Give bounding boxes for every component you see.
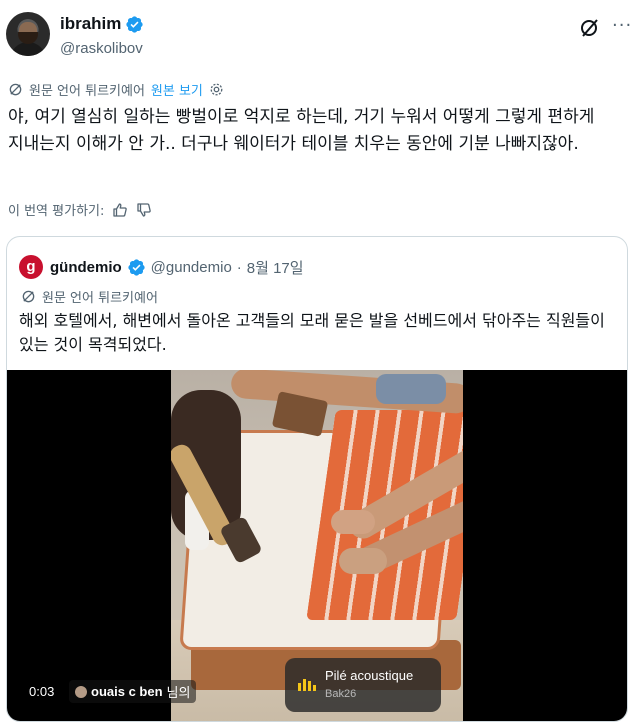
translated-label: 원문 언어 튀르키예어 [29, 84, 145, 99]
quoted-translation-notice: 원문 언어 튀르키예어 [21, 287, 158, 306]
author-name-row: ibrahim [60, 14, 144, 34]
translate-icon [9, 83, 22, 96]
thumbs-up-icon[interactable] [112, 202, 128, 218]
video-timestamp: 0:03 [29, 684, 55, 699]
video-caption: ouais c ben 님의 [69, 680, 197, 703]
music-artist: Bak26 [325, 688, 357, 700]
quoted-date[interactable]: 8월 17일 [247, 257, 304, 278]
music-badge[interactable]: Pilé acoustique Bak26 [285, 658, 441, 712]
quoted-avatar[interactable]: g [19, 255, 43, 279]
guest-foot [331, 510, 375, 534]
thumbs-down-icon[interactable] [136, 202, 152, 218]
music-bars-icon [298, 679, 316, 691]
quoted-handle[interactable]: @gundemio [151, 259, 232, 276]
tweet-text: 야, 여기 열심히 일하는 빵벌이로 억지로 하는데, 거기 누워서 어떻게 그… [8, 107, 595, 154]
verified-badge-icon [128, 258, 145, 276]
music-title: Pilé acoustique [325, 668, 414, 683]
quoted-tweet-header: g gündemio @gundemio · 8월 17일 [19, 255, 304, 279]
translation-notice: 원문 언어 튀르키예어 원본 보기 [8, 80, 224, 99]
verified-badge-icon [126, 15, 144, 33]
separator-dot: · [236, 258, 242, 276]
caption-user: ouais c ben [91, 684, 163, 699]
guest-foot [339, 548, 387, 574]
author-handle[interactable]: @raskolibov [60, 40, 143, 57]
quoted-display-name[interactable]: gündemio [50, 259, 122, 276]
quoted-tweet[interactable]: g gündemio @gundemio · 8월 17일 원문 언어 튀르키예… [6, 236, 628, 722]
guest-shorts [376, 374, 446, 404]
video-player[interactable]: 0:03 ouais c ben 님의 Pilé acoustique Bak2… [7, 370, 627, 721]
avatar[interactable] [6, 12, 50, 56]
gear-icon[interactable] [209, 82, 224, 97]
rate-translation-label: 이 번역 평가하기: [8, 204, 105, 219]
tweet-header: ibrahim @raskolibov ··· [0, 0, 640, 70]
avatar-figure [10, 42, 46, 56]
translate-icon [22, 290, 35, 303]
caption-avatar [75, 685, 87, 698]
rate-translation-row: 이 번역 평가하기: [8, 200, 152, 219]
show-original-link[interactable]: 원본 보기 [151, 80, 203, 99]
caption-suffix: 님의 [166, 686, 191, 701]
grok-icon[interactable] [578, 16, 602, 40]
quoted-tweet-text: 해외 호텔에서, 해변에서 돌아온 고객들의 모래 묻은 발을 선베드에서 닦아… [19, 311, 605, 354]
more-icon[interactable]: ··· [612, 17, 632, 38]
quoted-translated-label: 원문 언어 튀르키예어 [42, 291, 158, 306]
author-display-name[interactable]: ibrahim [60, 14, 121, 34]
